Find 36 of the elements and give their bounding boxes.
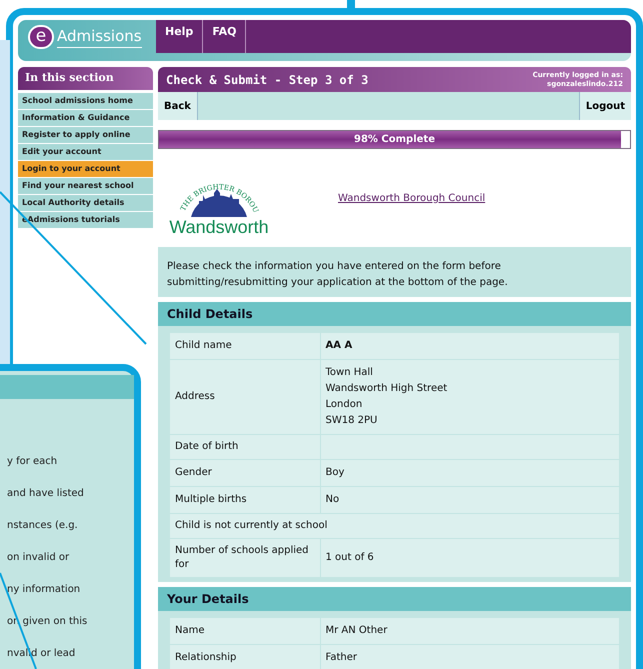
page-title: Check & Submit - Step 3 of 3	[166, 72, 368, 88]
field-value: 1 out of 6	[320, 538, 619, 578]
field-value: No	[320, 486, 619, 514]
field-value: AA A	[320, 333, 619, 360]
panel-text: on invalid or	[7, 551, 70, 565]
sidebar-title: In this section	[18, 67, 153, 90]
panel-text: and have listed	[7, 487, 85, 501]
council-link[interactable]: Wandsworth Borough Council	[338, 190, 486, 206]
field-note: Child is not currently at school	[170, 514, 619, 538]
field-label: Relationship	[170, 644, 320, 669]
nav-link[interactable]: FAQ	[203, 20, 246, 53]
sidebar-link[interactable]: Information & Guidance	[18, 110, 153, 126]
progress-label: 98% Complete	[353, 133, 436, 147]
field-value: Mr AN Other	[320, 618, 619, 644]
field-value: Boy	[320, 460, 619, 486]
field-value: Father	[320, 644, 619, 669]
sidebar-link[interactable]: Edit your account	[18, 144, 153, 160]
sidebar-link[interactable]: Find your nearest school	[18, 178, 153, 194]
logout-button[interactable]: Logout	[578, 92, 631, 120]
sidebar-link[interactable]: Login to your account	[18, 161, 153, 177]
field-value: Town Hall Wandsworth High Street London SW18 2PU	[320, 360, 619, 434]
nav-link[interactable]: Help	[156, 20, 204, 53]
sidebar-link[interactable]: Register to apply online	[18, 127, 153, 143]
field-label: Number of schools applied for	[170, 538, 320, 578]
section-heading: Child Details	[158, 302, 631, 326]
back-button[interactable]: Back	[158, 92, 198, 120]
sidebar-link[interactable]: Local Authority details	[18, 195, 153, 211]
logo-text: Admissions	[57, 24, 142, 48]
panel-text: y for each	[7, 455, 58, 469]
logo-letter: e	[28, 24, 54, 48]
panel-text: nstances (e.g.	[7, 519, 79, 533]
panel-text: ny information	[7, 583, 82, 597]
intro-text: Please check the information you have entered on the form before submitting/resubmitting your application at the bottom of the page.	[158, 247, 631, 297]
council-name: Wandsworth	[169, 217, 269, 237]
section-heading: Your Details	[158, 587, 631, 611]
sidebar-link[interactable]: School admissions home	[18, 93, 153, 109]
